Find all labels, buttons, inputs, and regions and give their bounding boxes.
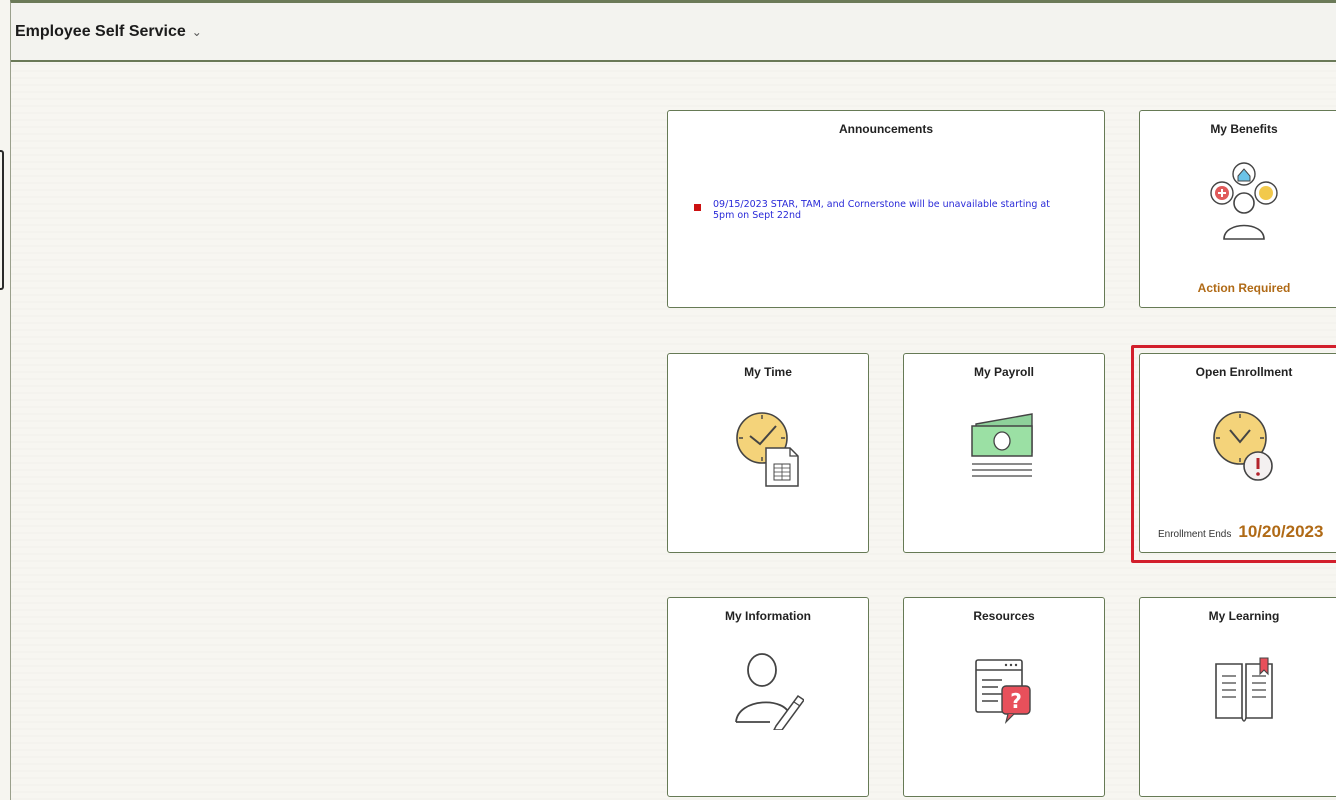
highlight-box bbox=[1131, 345, 1336, 563]
tile-title: Announcements bbox=[838, 122, 933, 136]
tile-my-time[interactable]: My Time bbox=[667, 353, 869, 553]
tile-announcements[interactable]: Announcements 09/15/2023 STAR, TAM, and … bbox=[667, 110, 1105, 308]
page-header: Employee Self Service ⌄ bbox=[11, 3, 1336, 62]
tile-title: My Information bbox=[725, 609, 811, 623]
tile-resources[interactable]: Resources ? bbox=[903, 597, 1105, 797]
book-icon bbox=[1208, 654, 1280, 731]
bullet-icon bbox=[694, 204, 701, 211]
announcement-link[interactable]: 09/15/2023 STAR, TAM, and Cornerstone wi… bbox=[713, 199, 1053, 221]
page-frame: Employee Self Service ⌄ Announcements 09… bbox=[10, 0, 1336, 800]
tile-my-payroll[interactable]: My Payroll bbox=[903, 353, 1105, 553]
tile-my-benefits[interactable]: My Benefits Action Required bbox=[1139, 110, 1336, 308]
benefits-icon bbox=[1204, 159, 1284, 246]
tile-my-learning[interactable]: My Learning bbox=[1139, 597, 1336, 797]
help-document-icon: ? bbox=[968, 656, 1040, 733]
svg-text:?: ? bbox=[1010, 689, 1022, 713]
clock-timesheet-icon bbox=[732, 406, 804, 493]
chevron-down-icon[interactable]: ⌄ bbox=[192, 25, 202, 39]
person-edit-icon bbox=[732, 648, 806, 735]
status-action-required: Action Required bbox=[1197, 281, 1291, 295]
tile-title: My Payroll bbox=[973, 365, 1035, 379]
tile-title: My Benefits bbox=[1210, 122, 1278, 136]
money-icon bbox=[968, 412, 1040, 489]
tile-title: My Learning bbox=[1208, 609, 1280, 623]
left-frame-edge bbox=[0, 150, 4, 290]
announcement-item[interactable]: 09/15/2023 STAR, TAM, and Cornerstone wi… bbox=[694, 199, 1053, 221]
tile-title: My Time bbox=[744, 365, 792, 379]
tile-title: Resources bbox=[973, 609, 1035, 623]
homepage-title[interactable]: Employee Self Service bbox=[15, 23, 186, 41]
tile-my-information[interactable]: My Information bbox=[667, 597, 869, 797]
